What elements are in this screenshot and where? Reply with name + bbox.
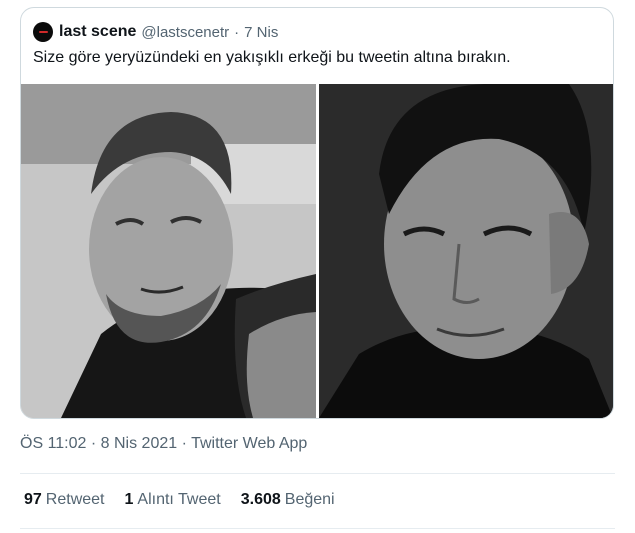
quoted-tweet-header: last scene @lastscenetr · 7 Nis bbox=[33, 21, 278, 43]
meta-separator: · bbox=[90, 435, 97, 452]
avatar-logo-icon bbox=[38, 31, 48, 33]
media-grid bbox=[21, 84, 613, 418]
retweets-stat[interactable]: 97 Retweet bbox=[24, 491, 105, 509]
author-name[interactable]: last scene bbox=[59, 23, 136, 41]
quoted-tweet-text: Size göre yeryüzündeki en yakışıklı erke… bbox=[33, 49, 511, 66]
tweet-date[interactable]: 8 Nis 2021 bbox=[101, 435, 178, 452]
meta-separator: · bbox=[181, 435, 187, 452]
tweet-source[interactable]: Twitter Web App bbox=[191, 435, 307, 452]
author-handle[interactable]: @lastscenetr bbox=[141, 24, 229, 41]
engagement-stats: 97 Retweet 1 Alıntı Tweet 3.608 Beğeni bbox=[24, 491, 355, 509]
header-separator: · bbox=[234, 23, 240, 41]
quoted-tweet-card[interactable]: last scene @lastscenetr · 7 Nis Size gör… bbox=[20, 7, 614, 419]
divider bbox=[20, 528, 615, 529]
tweet-timestamp-line: ÖS 11:02 · 8 Nis 2021 · Twitter Web App bbox=[20, 435, 307, 453]
likes-count: 3.608 bbox=[240, 491, 281, 508]
divider bbox=[20, 473, 615, 474]
tweet-time[interactable]: ÖS 11:02 bbox=[20, 435, 86, 452]
likes-stat[interactable]: 3.608 Beğeni bbox=[241, 491, 335, 509]
bearded-man-portrait-icon bbox=[21, 84, 316, 418]
photo-right[interactable] bbox=[319, 84, 613, 418]
retweets-count: 97 bbox=[24, 491, 42, 508]
quote-tweets-label: Alıntı Tweet bbox=[137, 491, 221, 508]
avatar[interactable] bbox=[33, 22, 53, 42]
quoted-tweet-date[interactable]: 7 Nis bbox=[244, 24, 278, 41]
quote-tweets-count: 1 bbox=[124, 491, 134, 508]
photo-left[interactable] bbox=[21, 84, 316, 418]
likes-label: Beğeni bbox=[284, 491, 335, 508]
quote-tweets-stat[interactable]: 1 Alıntı Tweet bbox=[125, 491, 221, 509]
dark-haired-man-portrait-icon bbox=[319, 84, 613, 418]
retweets-label: Retweet bbox=[45, 491, 105, 508]
